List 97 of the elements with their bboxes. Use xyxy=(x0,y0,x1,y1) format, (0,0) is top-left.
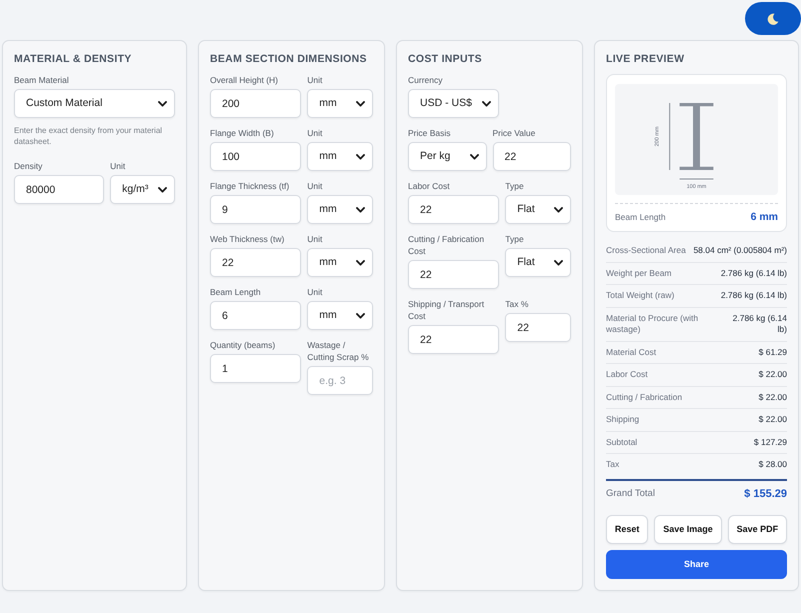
section-heading: BEAM SECTION DIMENSIONS xyxy=(210,52,368,66)
input-field[interactable]: 22 xyxy=(505,313,571,342)
total-value: $ 155.29 xyxy=(744,486,787,500)
field-label: Unit xyxy=(307,286,324,298)
field-label: Overall Height (H) xyxy=(210,74,280,86)
field-label: Beam Length xyxy=(210,286,262,298)
field-label: Unit xyxy=(110,160,126,172)
caret-icon xyxy=(158,186,167,192)
dropdown[interactable]: Per kg xyxy=(408,142,486,171)
result-label: Material to Procure (with wastage) xyxy=(606,312,700,336)
section-heading: LIVE PREVIEW xyxy=(606,52,686,66)
result-value: 58.04 cm² (0.005804 m²) xyxy=(693,245,787,256)
result-label: Cutting / Fabrication xyxy=(606,392,682,403)
field-label: Type xyxy=(505,180,525,192)
dropdown[interactable]: mm xyxy=(307,301,373,330)
result-value: $ 127.29 xyxy=(754,436,787,448)
dimension-line xyxy=(669,102,670,170)
caret-icon xyxy=(482,100,492,106)
input-field[interactable]: 100 xyxy=(210,142,302,171)
field-label: Type xyxy=(505,233,525,245)
field-label: Price Value xyxy=(492,127,536,139)
share-button[interactable]: Share xyxy=(606,550,787,578)
field-label: Density xyxy=(14,160,44,172)
input-field[interactable]: 22 xyxy=(408,325,500,354)
input-field[interactable]: 6 xyxy=(210,301,302,330)
result-value: 2.786 kg (6.14 lb) xyxy=(720,268,787,279)
dimension-line xyxy=(679,178,714,180)
result-value: $ 61.29 xyxy=(758,346,787,358)
dropdown[interactable]: Flat xyxy=(505,248,571,277)
caret-icon xyxy=(158,100,167,106)
input-field[interactable]: 200 xyxy=(210,89,302,118)
dropdown[interactable]: mm xyxy=(307,89,373,118)
field-label: Wastage / Cutting Scrap % xyxy=(307,339,370,363)
caret-icon xyxy=(356,100,365,106)
field-label: Beam Material xyxy=(14,74,70,86)
field-label: Unit xyxy=(307,74,324,86)
field-label: Unit xyxy=(307,127,324,139)
result-value: $ 22.00 xyxy=(758,414,787,426)
result-value: $ 28.00 xyxy=(758,459,787,470)
caret-icon xyxy=(356,312,365,318)
result-label: Shipping xyxy=(606,414,640,426)
dropdown[interactable]: mm xyxy=(307,195,373,224)
section-heading: COST INPUTS xyxy=(408,52,483,66)
moon-icon xyxy=(767,12,779,24)
result-label: Labor Cost xyxy=(606,369,648,380)
input-field[interactable]: 22 xyxy=(210,248,302,277)
result-label: Subtotal xyxy=(606,436,638,448)
length-value: 6 mm xyxy=(750,210,778,224)
help-text: Enter the exact density from your material datasheet. xyxy=(14,125,164,147)
result-value: $ 22.00 xyxy=(758,392,787,403)
length-label: Beam Length xyxy=(615,211,666,224)
result-label: Tax xyxy=(606,459,620,470)
caret-icon xyxy=(356,206,365,212)
field-label: Unit xyxy=(307,180,324,192)
dropdown[interactable]: mm xyxy=(307,248,373,277)
input-field[interactable]: 22 xyxy=(408,195,500,224)
field-label: Web Thickness (tw) xyxy=(210,233,286,245)
field-label: Currency xyxy=(408,74,444,86)
dropdown[interactable]: mm xyxy=(307,142,373,171)
caret-icon xyxy=(470,154,478,160)
field-label: Flange Thickness (tf) xyxy=(210,180,290,192)
i-beam-drawing xyxy=(680,103,714,170)
dropdown[interactable]: kg/m³ xyxy=(110,175,175,204)
caret-icon xyxy=(356,260,365,266)
dropdown[interactable]: USD - US$ xyxy=(408,89,500,118)
action-button[interactable]: Save PDF xyxy=(728,514,788,544)
field-label: Quantity (beams) xyxy=(210,339,276,351)
result-label: Material Cost xyxy=(606,346,656,358)
field-label: Labor Cost xyxy=(408,180,451,192)
field-label: Unit xyxy=(307,233,324,245)
result-value: 2.786 kg (6.14 lb) xyxy=(732,312,787,336)
field-label: Tax % xyxy=(505,298,530,310)
result-value: $ 22.00 xyxy=(758,369,787,380)
caret-icon xyxy=(554,206,563,212)
input-field[interactable]: 22 xyxy=(492,142,571,171)
caret-icon xyxy=(554,260,563,266)
action-button[interactable]: Reset xyxy=(606,514,648,544)
section-heading: MATERIAL & DENSITY xyxy=(14,52,133,66)
input-field[interactable]: 80000 xyxy=(14,175,104,204)
total-label: Grand Total xyxy=(606,486,655,500)
result-label: Cross-Sectional Area xyxy=(606,245,686,256)
field-label: Flange Width (B) xyxy=(210,127,275,139)
caret-icon xyxy=(356,154,365,160)
input-field[interactable]: e.g. 3 xyxy=(307,366,373,395)
field-label: Price Basis xyxy=(408,127,452,139)
result-label: Total Weight (raw) xyxy=(606,290,674,302)
field-label: Cutting / Fabrication Cost xyxy=(408,233,486,257)
result-value: 2.786 kg (6.14 lb) xyxy=(720,290,787,302)
dropdown[interactable]: Custom Material xyxy=(14,89,175,118)
input-field[interactable]: 9 xyxy=(210,195,302,224)
theme-toggle-button[interactable] xyxy=(745,2,801,35)
action-button[interactable]: Save Image xyxy=(654,514,722,544)
result-label: Weight per Beam xyxy=(606,268,672,279)
field-label: Shipping / Transport Cost xyxy=(408,298,486,322)
input-field[interactable]: 22 xyxy=(408,260,500,289)
dropdown[interactable]: Flat xyxy=(505,195,571,224)
input-field[interactable]: 1 xyxy=(210,354,302,383)
